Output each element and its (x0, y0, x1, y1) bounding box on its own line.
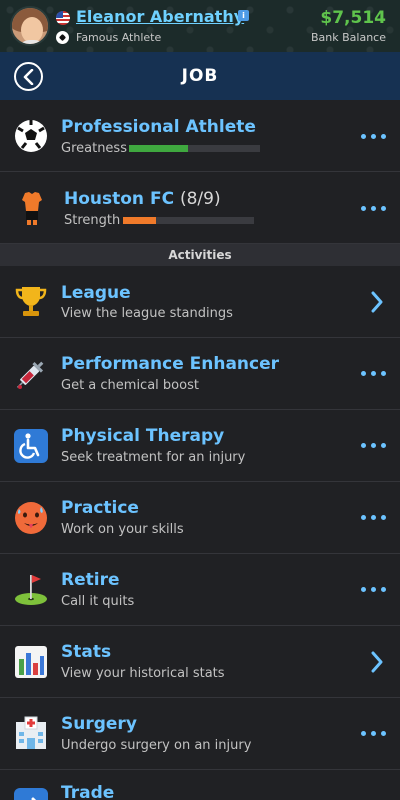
sweating-face-icon (15, 502, 47, 534)
activity-row-league[interactable]: League View the league standings (0, 266, 400, 338)
trade-arrow-icon (14, 788, 48, 800)
activity-title: Performance Enhancer (61, 354, 280, 374)
trophy-icon (15, 287, 47, 316)
chevron-right-icon[interactable] (370, 651, 384, 673)
activity-title: Physical Therapy (61, 426, 225, 446)
team-title: Houston FC (8/9) (64, 189, 221, 209)
more-options-button[interactable] (361, 587, 387, 595)
info-icon[interactable]: i (238, 10, 249, 21)
chevron-right-icon[interactable] (370, 291, 384, 313)
bar-chart-icon (15, 646, 47, 678)
activity-description: View your historical stats (61, 666, 225, 681)
more-options-button[interactable] (361, 371, 387, 379)
activity-row-surgery[interactable]: Surgery Undergo surgery on an injury (0, 698, 400, 770)
activity-description: Undergo surgery on an injury (61, 738, 252, 753)
greatness-bar-fill (129, 145, 188, 152)
stat-label: Greatness (61, 141, 127, 156)
strength-bar-fill (123, 217, 156, 224)
nav-bar: JOB (0, 52, 400, 100)
syringe-icon (17, 361, 44, 389)
activity-description: Call it quits (61, 594, 135, 609)
stat-label: Strength (64, 213, 121, 228)
activity-description: View the league standings (61, 306, 233, 321)
us-flag-icon (56, 11, 70, 25)
more-options-button[interactable] (361, 443, 387, 451)
job-row-professional-athlete[interactable]: Professional Athlete Greatness (0, 100, 400, 172)
activity-title: Retire (61, 570, 120, 590)
bank-balance-label: Bank Balance (311, 31, 386, 44)
strength-bar (123, 217, 254, 224)
golf-flag-icon (15, 575, 47, 605)
character-name[interactable]: Eleanor Abernathy (76, 7, 244, 26)
more-options-button[interactable] (361, 515, 387, 523)
activity-title: Trade (61, 783, 115, 800)
greatness-bar (129, 145, 260, 152)
character-occupation: Famous Athlete (76, 31, 162, 44)
more-options-button[interactable] (361, 134, 387, 142)
soccer-ball-icon (56, 31, 69, 44)
wheelchair-icon (14, 429, 48, 463)
activity-row-stats[interactable]: Stats View your historical stats (0, 626, 400, 698)
job-title: Professional Athlete (61, 117, 256, 137)
activity-row-trade[interactable]: Trade (0, 770, 400, 800)
activity-description: Seek treatment for an injury (61, 450, 246, 465)
activity-title: Surgery (61, 714, 137, 734)
soccer-ball-icon (15, 120, 47, 152)
bank-balance: $7,514 (320, 8, 386, 28)
activity-title: Practice (61, 498, 139, 518)
page-title: JOB (181, 66, 219, 86)
more-options-button[interactable] (361, 206, 387, 214)
activity-row-retire[interactable]: Retire Call it quits (0, 554, 400, 626)
more-options-button[interactable] (361, 731, 387, 739)
activity-description: Work on your skills (61, 522, 184, 537)
activity-row-physical-therapy[interactable]: Physical Therapy Seek treatment for an i… (0, 410, 400, 482)
team-count: (8/9) (179, 189, 221, 209)
profile-header: Eleanor Abernathy i Famous Athlete $7,51… (0, 0, 400, 52)
section-header-activities: Activities (0, 244, 400, 266)
activity-description: Get a chemical boost (61, 378, 199, 393)
activity-row-practice[interactable]: Practice Work on your skills (0, 482, 400, 554)
orange-jersey-icon (22, 192, 42, 225)
hospital-icon (16, 716, 46, 749)
activity-title: Stats (61, 642, 112, 662)
avatar[interactable] (10, 6, 50, 46)
activity-title: League (61, 283, 131, 303)
job-row-team[interactable]: Houston FC (8/9) Strength (0, 172, 400, 244)
activity-row-performance-enhancer[interactable]: Performance Enhancer Get a chemical boos… (0, 338, 400, 410)
